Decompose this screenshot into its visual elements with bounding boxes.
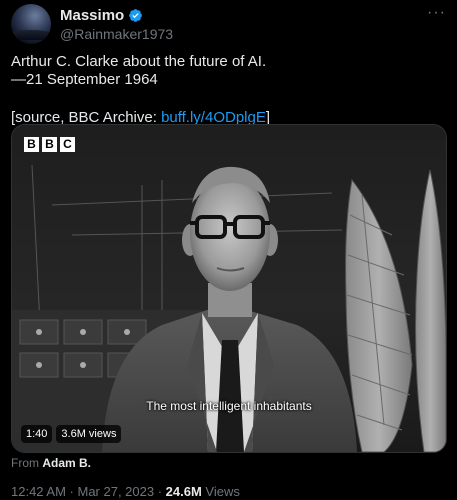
tweet-header: Massimo @Rainmaker1973 ··· xyxy=(11,2,446,44)
attribution-prefix: From xyxy=(11,456,43,470)
attribution-name[interactable]: Adam B. xyxy=(42,456,91,470)
video-caption: The most intelligent inhabitants xyxy=(146,399,312,413)
video-badges: 1:40 3.6M views xyxy=(21,425,122,443)
tweet-line-1: Arthur C. Clarke about the future of AI. xyxy=(11,53,267,70)
meta-separator: · xyxy=(65,484,78,499)
views-label: Views xyxy=(201,484,240,499)
media-attribution: From Adam B. xyxy=(11,456,91,470)
tweet-line-2: —21 September 1964 xyxy=(11,71,158,88)
tweet-time[interactable]: 12:42 AM xyxy=(11,484,66,499)
bbc-logo-letter: C xyxy=(60,137,75,152)
more-horizontal-icon[interactable]: ··· xyxy=(427,4,446,22)
views-count: 24.6M xyxy=(165,484,202,499)
bbc-logo-letter: B xyxy=(24,137,39,152)
tweet-text: Arthur C. Clarke about the future of AI.… xyxy=(11,53,441,127)
tweet-date[interactable]: Mar 27, 2023 xyxy=(78,484,155,499)
meta-separator-2: · xyxy=(154,484,166,499)
author-handle[interactable]: @Rainmaker1973 xyxy=(60,26,173,42)
author-name[interactable]: Massimo xyxy=(60,7,124,24)
author-name-row[interactable]: Massimo xyxy=(60,7,143,24)
tweet-meta: 12:42 AM · Mar 27, 2023 · 24.6M Views xyxy=(11,484,240,499)
video-player[interactable]: B B C The most intelligent inhabitants 1… xyxy=(11,124,447,453)
bbc-logo: B B C xyxy=(24,137,75,152)
verified-badge-icon xyxy=(129,9,143,22)
avatar[interactable] xyxy=(11,4,51,44)
video-duration: 1:40 xyxy=(21,425,53,443)
bbc-logo-letter: B xyxy=(42,137,57,152)
video-views: 3.6M views xyxy=(56,425,122,443)
